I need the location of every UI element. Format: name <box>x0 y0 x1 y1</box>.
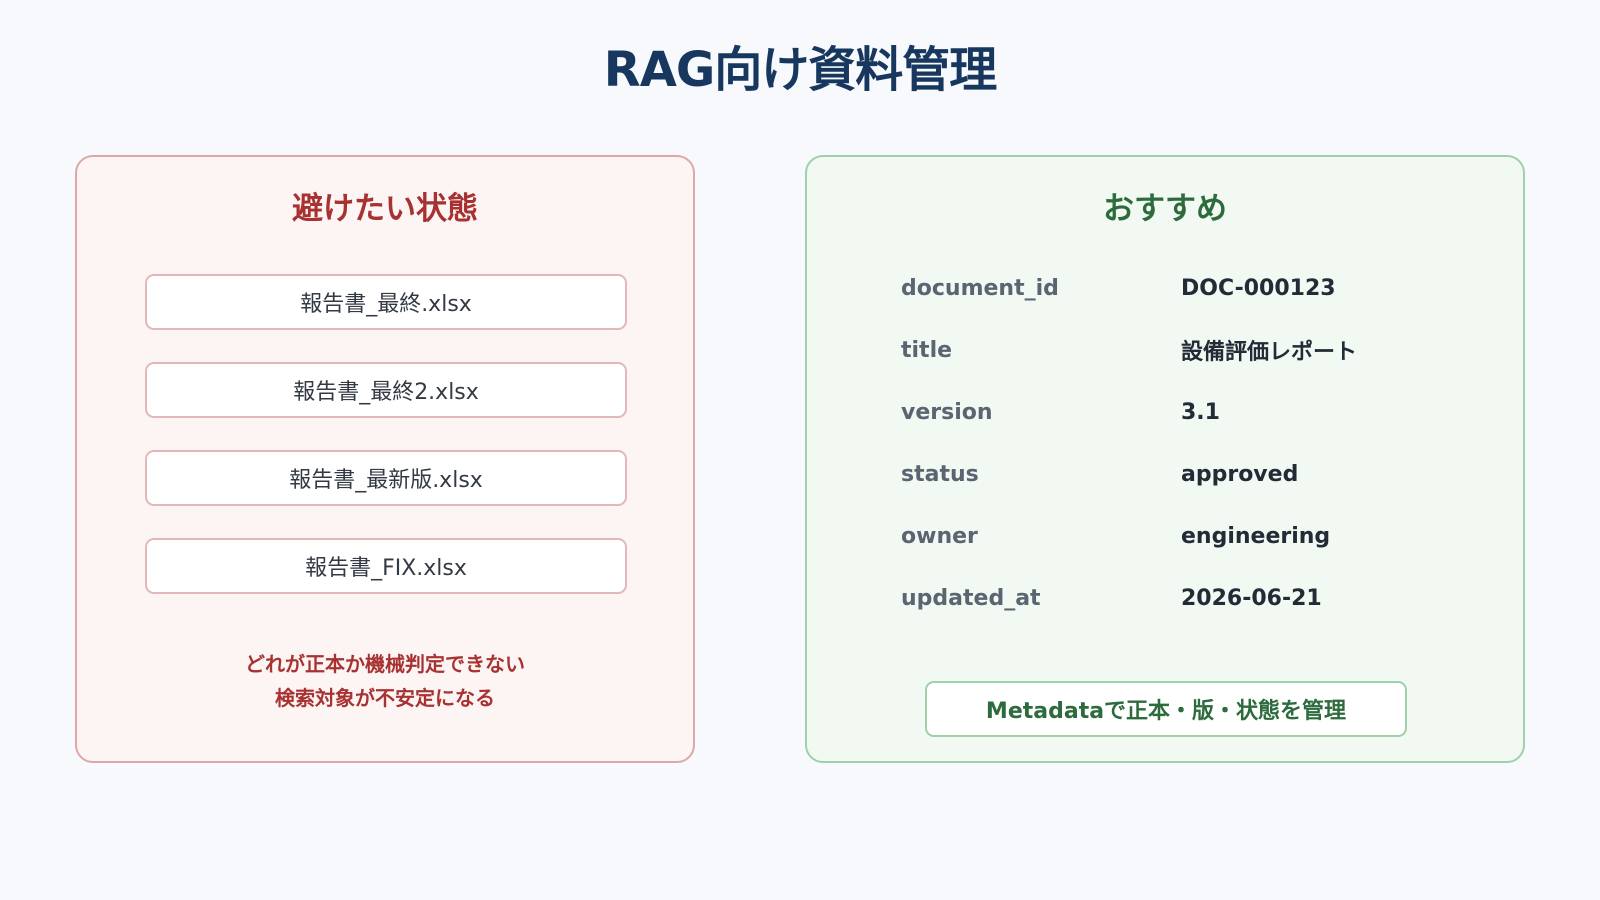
avoid-note-line: 検索対象が不安定になる <box>275 686 495 710</box>
avoid-panel-title: 避けたい状態 <box>292 191 478 227</box>
metadata-row: updated_at 2026-06-21 <box>901 567 1461 629</box>
metadata-key: updated_at <box>901 585 1041 611</box>
metadata-row: document_id DOC-000123 <box>901 257 1461 319</box>
metadata-row: status approved <box>901 443 1461 505</box>
metadata-value: DOC-000123 <box>1181 275 1336 301</box>
file-item: 報告書_FIX.xlsx <box>145 538 627 594</box>
recommended-panel-title: おすすめ <box>1103 191 1227 227</box>
metadata-row: title 設備評価レポート <box>901 319 1461 381</box>
file-list: 報告書_最終.xlsx 報告書_最終2.xlsx 報告書_最新版.xlsx 報告… <box>145 274 627 626</box>
metadata-value: engineering <box>1181 523 1331 549</box>
metadata-key: owner <box>901 523 978 549</box>
recommended-panel: おすすめ document_id DOC-000123 title 設備評価レポ… <box>805 155 1525 763</box>
avoid-note: どれが正本か機械判定できない 検索対象が不安定になる <box>77 647 693 715</box>
metadata-key: title <box>901 337 953 363</box>
metadata-row: version 3.1 <box>901 381 1461 443</box>
metadata-table: document_id DOC-000123 title 設備評価レポート ve… <box>901 257 1461 629</box>
avoid-panel: 避けたい状態 報告書_最終.xlsx 報告書_最終2.xlsx 報告書_最新版.… <box>75 155 695 763</box>
file-item: 報告書_最新版.xlsx <box>145 450 627 506</box>
page-title: RAG向け資料管理 <box>603 42 998 98</box>
metadata-value: 2026-06-21 <box>1181 585 1322 611</box>
metadata-value: approved <box>1181 461 1299 487</box>
metadata-value: 3.1 <box>1181 399 1220 425</box>
file-item: 報告書_最終.xlsx <box>145 274 627 330</box>
metadata-summary: Metadataで正本・版・状態を管理 <box>925 681 1407 737</box>
metadata-value: 設備評価レポート <box>1181 340 1358 365</box>
avoid-note-line: どれが正本か機械判定できない <box>245 652 525 676</box>
file-item: 報告書_最終2.xlsx <box>145 362 627 418</box>
metadata-key: status <box>901 461 979 487</box>
metadata-key: document_id <box>901 275 1059 301</box>
metadata-row: owner engineering <box>901 505 1461 567</box>
metadata-key: version <box>901 399 993 425</box>
